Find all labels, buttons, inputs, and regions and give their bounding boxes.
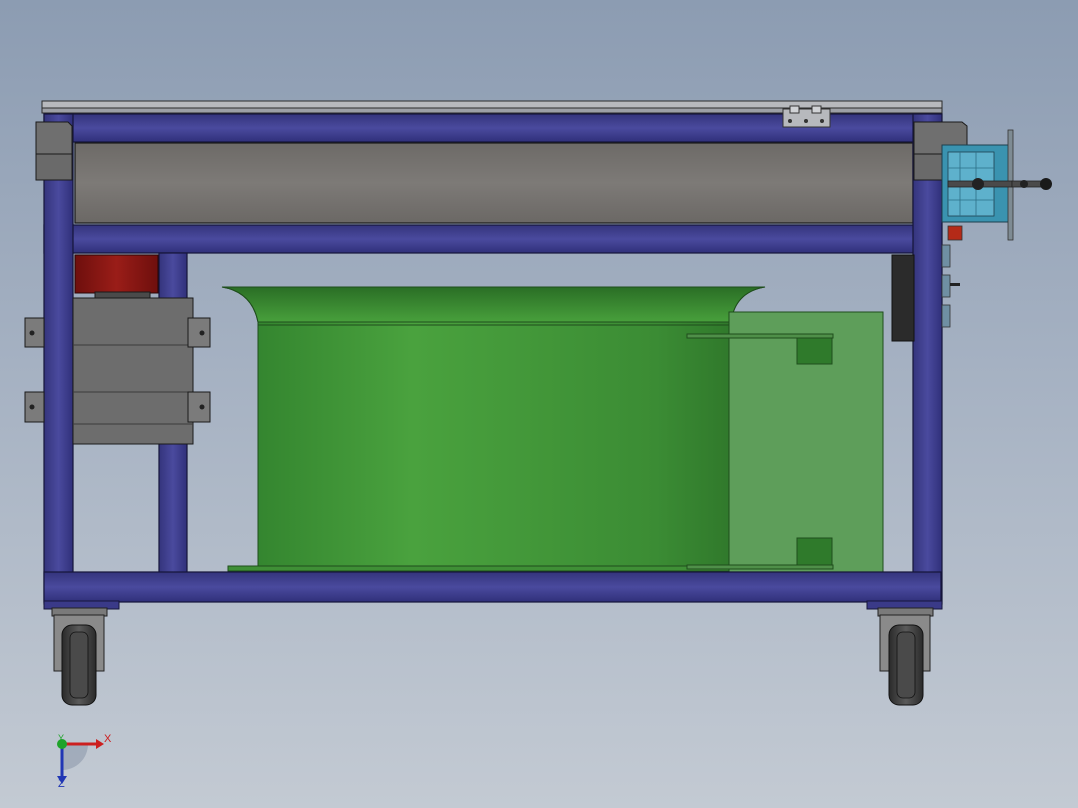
side-controls [941,225,963,328]
x-axis-label: X [104,733,112,745]
gray-panel [74,142,914,224]
control-box [891,254,915,342]
caster-right [877,607,934,706]
cad-viewport[interactable]: X Y Z [0,0,1078,808]
cad-model-canvas[interactable] [0,0,1078,808]
caster-left [51,607,108,706]
gearbox [72,297,194,445]
handwheel-assembly[interactable] [941,129,1052,241]
triad-plane-icon [62,744,88,770]
motor [74,254,159,299]
mid-beam [43,224,942,254]
green-drum [221,286,766,572]
top-latch [782,105,831,128]
left-leg [43,113,74,605]
z-axis-label: Z [58,778,65,790]
right-leg [912,113,943,605]
bottom-beam [43,571,942,603]
left-corner-bracket [35,121,73,181]
y-axis-label: Y [58,733,65,743]
